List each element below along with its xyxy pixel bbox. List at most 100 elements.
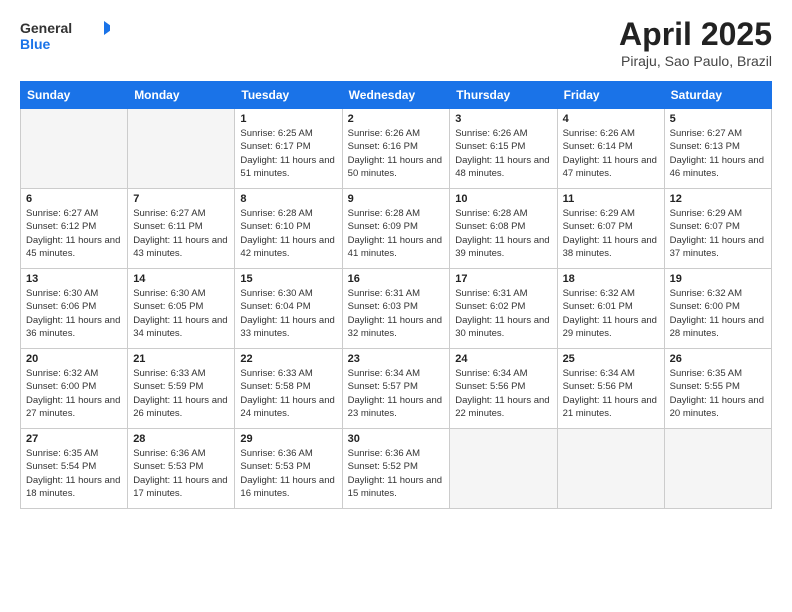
weekday-header-saturday: Saturday bbox=[664, 82, 771, 109]
calendar-cell bbox=[557, 429, 664, 509]
day-info: Sunrise: 6:35 AMSunset: 5:54 PMDaylight:… bbox=[26, 448, 120, 499]
calendar-cell: 25 Sunrise: 6:34 AMSunset: 5:56 PMDaylig… bbox=[557, 349, 664, 429]
calendar-cell bbox=[450, 429, 557, 509]
calendar-cell: 17 Sunrise: 6:31 AMSunset: 6:02 PMDaylig… bbox=[450, 269, 557, 349]
day-info: Sunrise: 6:35 AMSunset: 5:55 PMDaylight:… bbox=[670, 368, 764, 419]
calendar-cell: 2 Sunrise: 6:26 AMSunset: 6:16 PMDayligh… bbox=[342, 109, 450, 189]
day-number: 20 bbox=[26, 353, 122, 365]
day-info: Sunrise: 6:30 AMSunset: 6:06 PMDaylight:… bbox=[26, 288, 120, 339]
calendar-cell: 12 Sunrise: 6:29 AMSunset: 6:07 PMDaylig… bbox=[664, 189, 771, 269]
day-number: 2 bbox=[348, 113, 445, 125]
title-block: April 2025 Piraju, Sao Paulo, Brazil bbox=[619, 16, 772, 69]
day-info: Sunrise: 6:34 AMSunset: 5:56 PMDaylight:… bbox=[455, 368, 549, 419]
calendar-cell: 9 Sunrise: 6:28 AMSunset: 6:09 PMDayligh… bbox=[342, 189, 450, 269]
day-number: 3 bbox=[455, 113, 551, 125]
day-info: Sunrise: 6:31 AMSunset: 6:03 PMDaylight:… bbox=[348, 288, 442, 339]
day-info: Sunrise: 6:34 AMSunset: 5:57 PMDaylight:… bbox=[348, 368, 442, 419]
day-info: Sunrise: 6:29 AMSunset: 6:07 PMDaylight:… bbox=[563, 208, 657, 259]
calendar-cell: 14 Sunrise: 6:30 AMSunset: 6:05 PMDaylig… bbox=[128, 269, 235, 349]
day-info: Sunrise: 6:29 AMSunset: 6:07 PMDaylight:… bbox=[670, 208, 764, 259]
calendar-week-4: 20 Sunrise: 6:32 AMSunset: 6:00 PMDaylig… bbox=[21, 349, 772, 429]
calendar-cell: 18 Sunrise: 6:32 AMSunset: 6:01 PMDaylig… bbox=[557, 269, 664, 349]
calendar-cell: 29 Sunrise: 6:36 AMSunset: 5:53 PMDaylig… bbox=[235, 429, 342, 509]
calendar-week-2: 6 Sunrise: 6:27 AMSunset: 6:12 PMDayligh… bbox=[21, 189, 772, 269]
day-number: 5 bbox=[670, 113, 766, 125]
weekday-header-sunday: Sunday bbox=[21, 82, 128, 109]
day-number: 4 bbox=[563, 113, 659, 125]
day-number: 15 bbox=[240, 273, 336, 285]
calendar-cell bbox=[664, 429, 771, 509]
calendar-cell: 3 Sunrise: 6:26 AMSunset: 6:15 PMDayligh… bbox=[450, 109, 557, 189]
calendar-cell: 13 Sunrise: 6:30 AMSunset: 6:06 PMDaylig… bbox=[21, 269, 128, 349]
day-number: 9 bbox=[348, 193, 445, 205]
day-number: 24 bbox=[455, 353, 551, 365]
calendar-cell: 28 Sunrise: 6:36 AMSunset: 5:53 PMDaylig… bbox=[128, 429, 235, 509]
day-info: Sunrise: 6:33 AMSunset: 5:59 PMDaylight:… bbox=[133, 368, 227, 419]
day-info: Sunrise: 6:36 AMSunset: 5:52 PMDaylight:… bbox=[348, 448, 442, 499]
weekday-header-friday: Friday bbox=[557, 82, 664, 109]
calendar-cell: 1 Sunrise: 6:25 AMSunset: 6:17 PMDayligh… bbox=[235, 109, 342, 189]
calendar-cell: 27 Sunrise: 6:35 AMSunset: 5:54 PMDaylig… bbox=[21, 429, 128, 509]
day-number: 16 bbox=[348, 273, 445, 285]
day-info: Sunrise: 6:27 AMSunset: 6:12 PMDaylight:… bbox=[26, 208, 120, 259]
day-number: 27 bbox=[26, 433, 122, 445]
svg-text:Blue: Blue bbox=[20, 36, 51, 52]
calendar-title: April 2025 bbox=[619, 16, 772, 53]
day-number: 7 bbox=[133, 193, 229, 205]
day-info: Sunrise: 6:26 AMSunset: 6:14 PMDaylight:… bbox=[563, 128, 657, 179]
calendar-cell: 5 Sunrise: 6:27 AMSunset: 6:13 PMDayligh… bbox=[664, 109, 771, 189]
calendar-cell: 11 Sunrise: 6:29 AMSunset: 6:07 PMDaylig… bbox=[557, 189, 664, 269]
day-info: Sunrise: 6:27 AMSunset: 6:11 PMDaylight:… bbox=[133, 208, 227, 259]
day-number: 10 bbox=[455, 193, 551, 205]
day-info: Sunrise: 6:30 AMSunset: 6:04 PMDaylight:… bbox=[240, 288, 334, 339]
day-info: Sunrise: 6:36 AMSunset: 5:53 PMDaylight:… bbox=[133, 448, 227, 499]
day-number: 28 bbox=[133, 433, 229, 445]
day-info: Sunrise: 6:25 AMSunset: 6:17 PMDaylight:… bbox=[240, 128, 334, 179]
day-info: Sunrise: 6:28 AMSunset: 6:08 PMDaylight:… bbox=[455, 208, 549, 259]
calendar-cell: 15 Sunrise: 6:30 AMSunset: 6:04 PMDaylig… bbox=[235, 269, 342, 349]
calendar-cell: 4 Sunrise: 6:26 AMSunset: 6:14 PMDayligh… bbox=[557, 109, 664, 189]
day-number: 29 bbox=[240, 433, 336, 445]
calendar-header-row: SundayMondayTuesdayWednesdayThursdayFrid… bbox=[21, 82, 772, 109]
calendar-week-1: 1 Sunrise: 6:25 AMSunset: 6:17 PMDayligh… bbox=[21, 109, 772, 189]
calendar-cell: 16 Sunrise: 6:31 AMSunset: 6:03 PMDaylig… bbox=[342, 269, 450, 349]
page: General Blue April 2025 Piraju, Sao Paul… bbox=[0, 0, 792, 612]
calendar-cell: 8 Sunrise: 6:28 AMSunset: 6:10 PMDayligh… bbox=[235, 189, 342, 269]
calendar-cell: 6 Sunrise: 6:27 AMSunset: 6:12 PMDayligh… bbox=[21, 189, 128, 269]
calendar-body: 1 Sunrise: 6:25 AMSunset: 6:17 PMDayligh… bbox=[21, 109, 772, 509]
day-number: 8 bbox=[240, 193, 336, 205]
day-number: 21 bbox=[133, 353, 229, 365]
header: General Blue April 2025 Piraju, Sao Paul… bbox=[20, 16, 772, 69]
day-number: 23 bbox=[348, 353, 445, 365]
weekday-header-wednesday: Wednesday bbox=[342, 82, 450, 109]
day-number: 13 bbox=[26, 273, 122, 285]
day-info: Sunrise: 6:32 AMSunset: 6:00 PMDaylight:… bbox=[26, 368, 120, 419]
calendar-cell: 21 Sunrise: 6:33 AMSunset: 5:59 PMDaylig… bbox=[128, 349, 235, 429]
calendar-cell: 19 Sunrise: 6:32 AMSunset: 6:00 PMDaylig… bbox=[664, 269, 771, 349]
calendar-week-5: 27 Sunrise: 6:35 AMSunset: 5:54 PMDaylig… bbox=[21, 429, 772, 509]
day-number: 1 bbox=[240, 113, 336, 125]
weekday-header-monday: Monday bbox=[128, 82, 235, 109]
day-number: 22 bbox=[240, 353, 336, 365]
calendar-cell: 10 Sunrise: 6:28 AMSunset: 6:08 PMDaylig… bbox=[450, 189, 557, 269]
day-info: Sunrise: 6:27 AMSunset: 6:13 PMDaylight:… bbox=[670, 128, 764, 179]
day-info: Sunrise: 6:32 AMSunset: 6:00 PMDaylight:… bbox=[670, 288, 764, 339]
day-info: Sunrise: 6:26 AMSunset: 6:15 PMDaylight:… bbox=[455, 128, 549, 179]
day-info: Sunrise: 6:34 AMSunset: 5:56 PMDaylight:… bbox=[563, 368, 657, 419]
calendar-subtitle: Piraju, Sao Paulo, Brazil bbox=[619, 53, 772, 69]
day-info: Sunrise: 6:31 AMSunset: 6:02 PMDaylight:… bbox=[455, 288, 549, 339]
calendar-cell: 22 Sunrise: 6:33 AMSunset: 5:58 PMDaylig… bbox=[235, 349, 342, 429]
day-info: Sunrise: 6:26 AMSunset: 6:16 PMDaylight:… bbox=[348, 128, 442, 179]
calendar-cell bbox=[128, 109, 235, 189]
calendar-cell: 26 Sunrise: 6:35 AMSunset: 5:55 PMDaylig… bbox=[664, 349, 771, 429]
day-info: Sunrise: 6:32 AMSunset: 6:01 PMDaylight:… bbox=[563, 288, 657, 339]
day-info: Sunrise: 6:33 AMSunset: 5:58 PMDaylight:… bbox=[240, 368, 334, 419]
calendar-cell: 20 Sunrise: 6:32 AMSunset: 6:00 PMDaylig… bbox=[21, 349, 128, 429]
day-info: Sunrise: 6:28 AMSunset: 6:09 PMDaylight:… bbox=[348, 208, 442, 259]
day-number: 19 bbox=[670, 273, 766, 285]
day-info: Sunrise: 6:30 AMSunset: 6:05 PMDaylight:… bbox=[133, 288, 227, 339]
day-number: 14 bbox=[133, 273, 229, 285]
day-number: 17 bbox=[455, 273, 551, 285]
calendar-cell: 30 Sunrise: 6:36 AMSunset: 5:52 PMDaylig… bbox=[342, 429, 450, 509]
calendar-table: SundayMondayTuesdayWednesdayThursdayFrid… bbox=[20, 81, 772, 509]
